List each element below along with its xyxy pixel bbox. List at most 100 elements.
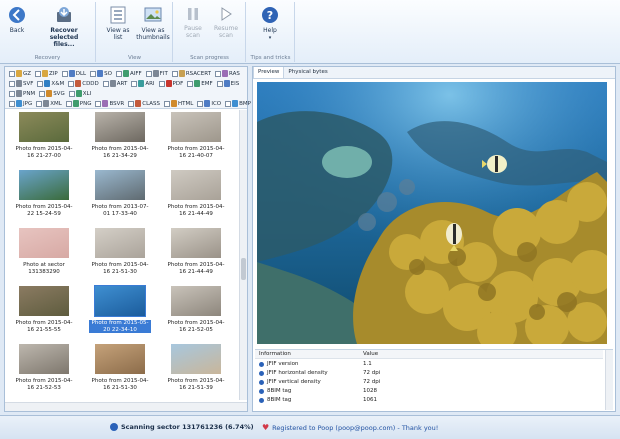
filter-aiff[interactable]: AIFF [115,70,142,77]
view-as-list-button[interactable]: View as list [103,6,133,41]
filter-checkbox[interactable] [35,70,42,77]
view-as-thumbnails-button[interactable]: View as thumbnails [135,6,171,41]
filter-checkbox[interactable] [68,80,75,87]
filter-checkbox[interactable] [9,70,15,77]
thumbnail-vertical-scrollbar[interactable] [239,110,247,400]
filter-checkbox[interactable] [215,70,222,77]
filter-checkbox[interactable] [61,70,68,77]
registration-status[interactable]: ♥ Registered to Poop (poop@poop.com) - T… [262,423,438,432]
recover-selected-files-button[interactable]: Recover selected files... [36,6,92,48]
filter-checkbox[interactable] [9,100,15,107]
thumbnail-item[interactable]: Photo from 2015-04-16 21-27-00 [13,112,75,170]
thumbnail-item[interactable]: Photo from 2015-04-16 21-55-55 [13,286,75,344]
filter-checkbox[interactable] [225,100,232,107]
filter-ari[interactable]: ARI [131,80,155,87]
thumbnail-image[interactable] [171,170,221,200]
registration-text[interactable]: Registered to Poop (poop@poop.com) - Tha… [272,424,438,432]
filter-checkbox[interactable] [128,100,135,107]
tab-preview[interactable]: Preview [253,67,285,78]
filter-checkbox[interactable] [131,80,138,87]
filter-checkbox[interactable] [9,80,15,87]
filter-checkbox[interactable] [39,90,46,97]
thumbnail-horizontal-scrollbar[interactable] [5,402,247,411]
resume-scan-button[interactable]: Resume scan [210,6,242,39]
scrollbar-thumb[interactable] [241,258,246,280]
filter-eis[interactable]: EIS [216,80,239,87]
filter-so[interactable]: SO [90,70,112,77]
filter-checkbox[interactable] [115,70,122,77]
info-vertical-scrollbar[interactable] [605,350,613,410]
back-button[interactable]: Back [6,6,28,34]
thumbnail-item[interactable]: Photo from 2015-04-22 15-24-59 [13,170,75,228]
filter-dll[interactable]: DLL [61,70,86,77]
thumbnail-image[interactable] [95,170,145,200]
filter-svf[interactable]: SVF [9,80,33,87]
filter-checkbox[interactable] [95,100,102,107]
filter-bmp[interactable]: BMP [225,100,251,107]
tab-physical-bytes[interactable]: Physical bytes [284,67,331,78]
filter-checkbox[interactable] [90,70,97,77]
filter-checkbox[interactable] [197,100,204,107]
thumbnail-image[interactable] [95,228,145,258]
thumbnail-item[interactable]: Photo from 2015-04-16 21-51-30 [89,228,151,286]
filter-checkbox[interactable] [65,100,72,107]
filter-checkbox[interactable] [216,80,223,87]
thumbnail-image[interactable] [19,112,69,142]
filter-checkbox[interactable] [145,70,152,77]
filter-checkbox[interactable] [164,100,171,107]
thumbnail-image[interactable] [19,228,69,258]
thumbnail-item[interactable]: Photo from 2015-04-16 21-40-07 [165,112,227,170]
filter-xli[interactable]: XLI [68,90,91,97]
thumbnail-image[interactable] [19,170,69,200]
thumbnail-item[interactable]: Photo from 2015-04-16 21-52-05 [165,286,227,344]
thumbnail-item[interactable]: Photo from 2015-04-16 21-44-49 [165,228,227,286]
help-dropdown-chevron-icon[interactable]: ▾ [269,35,272,41]
filter-svg[interactable]: SVG [39,90,65,97]
filter-fit[interactable]: FIT [145,70,168,77]
filter-emf[interactable]: EMF [187,80,213,87]
filter-rsacert[interactable]: RSACERT [171,70,211,77]
thumbnail-item[interactable]: Photo from 2013-07-01 17-33-40 [89,170,151,228]
filter-checkbox[interactable] [37,80,44,87]
filter-class[interactable]: CLASS [128,100,160,107]
thumbnail-image[interactable] [171,112,221,142]
filter-checkbox[interactable] [36,100,43,107]
filter-gz[interactable]: GZ [9,70,31,77]
thumbnail-item[interactable]: Photo from 2015-04-16 21-51-30 [89,344,151,400]
filter-checkbox[interactable] [102,80,109,87]
filter-cddd[interactable]: CDDD [68,80,99,87]
filter-checkbox[interactable] [171,70,178,77]
thumbnail-image[interactable] [19,286,69,316]
filter-checkbox[interactable] [158,80,165,87]
filter-checkbox[interactable] [9,90,15,97]
thumbnail-item[interactable]: Photo from 2015-04-16 21-51-39 [165,344,227,400]
filter-xm[interactable]: X&M [37,80,64,87]
filter-png[interactable]: PNG [65,100,91,107]
filter-checkbox[interactable] [187,80,194,87]
filter-pdf[interactable]: PDF [158,80,183,87]
thumbnail-image[interactable] [95,112,145,142]
filter-jpg[interactable]: JPG [9,100,32,107]
filter-ras[interactable]: RAS [215,70,240,77]
thumbnail-image[interactable] [95,344,145,374]
thumbnail-item[interactable]: Photo from 2015-04-16 21-52-53 [13,344,75,400]
pause-scan-button[interactable]: Pause scan [180,6,206,39]
thumbnail-item[interactable]: Photo from 2015-04-16 21-34-29 [89,112,151,170]
thumbnail-image[interactable] [171,228,221,258]
filter-bsvr[interactable]: BSVR [95,100,124,107]
filter-pnm[interactable]: PNM [9,90,35,97]
thumbnail-image[interactable] [171,344,221,374]
filter-xml[interactable]: XML [36,100,62,107]
thumbnail-item[interactable]: Photo from 2015-05-20 22-34-10 [89,285,151,344]
filter-ico[interactable]: ICO [197,100,221,107]
thumbnail-image[interactable] [94,285,146,317]
help-button[interactable]: ? Help ▾ [255,6,285,42]
thumbnail-image[interactable] [171,286,221,316]
filter-html[interactable]: HTML [164,100,193,107]
filter-checkbox[interactable] [68,90,75,97]
thumbnail-image[interactable] [19,344,69,374]
thumbnail-item[interactable]: Photo at sector 131383290 [13,228,75,286]
filter-zip[interactable]: ZIP [35,70,58,77]
thumbnail-item[interactable]: Photo from 2015-04-16 21-44-49 [165,170,227,228]
filter-art[interactable]: ART [102,80,127,87]
